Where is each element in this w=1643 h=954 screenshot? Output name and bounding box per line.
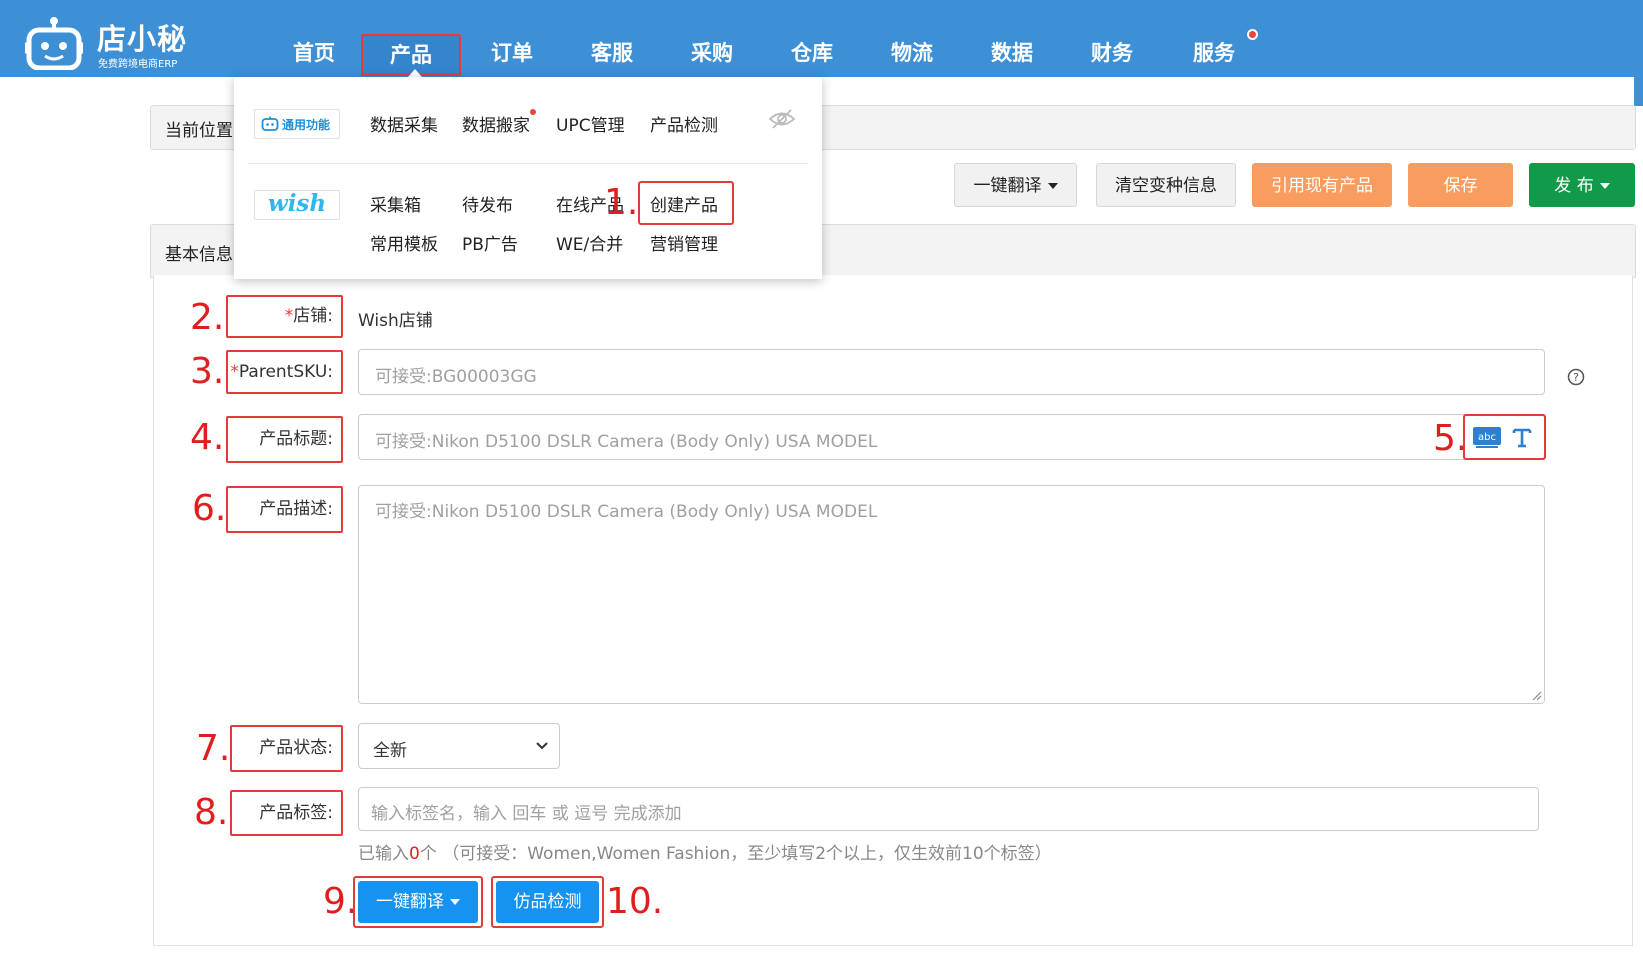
status-select[interactable]: 全新	[358, 723, 560, 769]
parent-sku-label: *ParentSKU:	[226, 350, 343, 394]
general-functions-text: 通用功能	[282, 118, 331, 132]
status-selected-value: 全新	[373, 741, 407, 761]
new-badge-dot	[530, 109, 536, 115]
nav-home[interactable]: 首页	[266, 34, 362, 72]
text-format-icon[interactable]	[1510, 425, 1534, 449]
svg-text:?: ?	[1573, 371, 1579, 384]
dropdown-caret	[408, 69, 422, 77]
wish-logo-text: wish	[267, 190, 327, 217]
caret-down-icon	[1047, 183, 1058, 189]
description-textarea[interactable]: 可接受:Nikon D5100 DSLR Camera (Body Only) …	[358, 485, 1545, 704]
annotation-7: 7.	[196, 728, 231, 769]
annotation-1: 1.	[604, 182, 639, 223]
annotation-2: 2.	[190, 297, 225, 338]
general-functions-tag: 通用功能	[254, 109, 340, 139]
chevron-down-icon	[536, 742, 548, 750]
menu-pending-publish[interactable]: 待发布	[462, 191, 513, 216]
nav-purchasing[interactable]: 采购	[664, 34, 760, 72]
counterfeit-check-button[interactable]: 仿品检测	[496, 881, 599, 923]
annotation-4: 4.	[190, 417, 225, 458]
nav-warehouse[interactable]: 仓库	[764, 34, 860, 72]
annotation-6: 6.	[192, 488, 227, 529]
menu-upc-management[interactable]: UPC管理	[556, 111, 625, 136]
publish-dropdown-button[interactable]: 发 布	[1529, 163, 1635, 207]
nav-logistics[interactable]: 物流	[864, 34, 960, 72]
brand-name: 店小秘	[97, 22, 188, 56]
notification-dot	[1247, 29, 1258, 40]
brand-logo[interactable]: 店小秘 免费跨境电商ERP	[25, 8, 195, 70]
tags-input[interactable]: 输入标签名，输入 回车 或 逗号 完成添加	[358, 787, 1539, 831]
translate-dropdown-button[interactable]: 一键翻译	[954, 163, 1077, 207]
eye-slash-icon[interactable]	[768, 107, 796, 131]
caret-down-icon	[450, 899, 460, 905]
dropdown-divider	[248, 163, 808, 164]
wish-platform-tag: wish	[254, 190, 340, 220]
tags-hint: 已输入0个 （可接受：Women,Women Fashion，至少填写2个以上，…	[358, 844, 1052, 864]
menu-pb-ads[interactable]: PB广告	[462, 230, 518, 255]
required-mark: *	[230, 362, 239, 382]
svg-text:abc: abc	[1478, 432, 1496, 443]
title-input[interactable]: 可接受:Nikon D5100 DSLR Camera (Body Only) …	[358, 414, 1545, 460]
navbar-edge	[1634, 0, 1643, 106]
resize-handle-icon[interactable]	[1530, 689, 1542, 701]
store-label: *店铺:	[226, 295, 343, 338]
status-label: 产品状态:	[230, 725, 343, 772]
parent-sku-placeholder: 可接受:BG00003GG	[375, 367, 537, 387]
annotation-3: 3.	[190, 351, 225, 392]
nav-orders[interactable]: 订单	[464, 34, 560, 72]
help-icon[interactable]: ?	[1567, 368, 1585, 386]
publish-button-label: 发 布	[1554, 176, 1594, 196]
menu-marketing-management[interactable]: 营销管理	[650, 230, 718, 255]
spellcheck-icon[interactable]: abc	[1472, 425, 1502, 449]
tags-label: 产品标签:	[230, 790, 343, 836]
title-label: 产品标题:	[226, 416, 343, 463]
clear-variants-button[interactable]: 清空变种信息	[1096, 163, 1236, 207]
menu-create-product[interactable]: 创建产品	[650, 191, 718, 216]
annotation-8: 8.	[194, 792, 229, 833]
nav-services[interactable]: 服务	[1166, 34, 1262, 72]
store-value: Wish店铺	[358, 311, 433, 331]
nav-data[interactable]: 数据	[964, 34, 1060, 72]
section-title: 基本信息	[165, 245, 233, 265]
title-placeholder: 可接受:Nikon D5100 DSLR Camera (Body Only) …	[375, 432, 878, 452]
menu-collection-box[interactable]: 采集箱	[370, 191, 421, 216]
products-dropdown-menu: 通用功能 数据采集 数据搬家 UPC管理 产品检测 wish 采集箱 待发布 在…	[234, 77, 822, 279]
menu-common-templates[interactable]: 常用模板	[370, 230, 438, 255]
tags-placeholder: 输入标签名，输入 回车 或 逗号 完成添加	[371, 804, 682, 824]
required-mark: *	[284, 306, 294, 326]
description-placeholder: 可接受:Nikon D5100 DSLR Camera (Body Only) …	[375, 502, 878, 522]
menu-data-collection[interactable]: 数据采集	[370, 111, 438, 136]
brand-subtitle: 免费跨境电商ERP	[98, 59, 178, 70]
tag-count: 0	[409, 844, 420, 864]
nav-customer-service[interactable]: 客服	[564, 34, 660, 72]
one-click-translate-button[interactable]: 一键翻译	[358, 881, 478, 923]
reference-product-button[interactable]: 引用现有产品	[1252, 163, 1392, 207]
robot-logo-icon	[25, 17, 83, 70]
nav-finance[interactable]: 财务	[1064, 34, 1160, 72]
menu-we-merge[interactable]: WE/合并	[556, 230, 623, 255]
menu-data-migration[interactable]: 数据搬家	[462, 111, 530, 136]
annotation-10: 10.	[606, 881, 664, 922]
robot-icon	[261, 116, 279, 131]
caret-down-icon	[1599, 183, 1610, 189]
breadcrumb-label: 当前位置	[165, 121, 233, 141]
translate-button-label: 一键翻译	[973, 176, 1042, 196]
description-label: 产品描述:	[226, 486, 343, 533]
menu-product-detection[interactable]: 产品检测	[650, 111, 718, 136]
parent-sku-input[interactable]: 可接受:BG00003GG	[358, 349, 1545, 395]
save-button[interactable]: 保存	[1408, 163, 1513, 207]
